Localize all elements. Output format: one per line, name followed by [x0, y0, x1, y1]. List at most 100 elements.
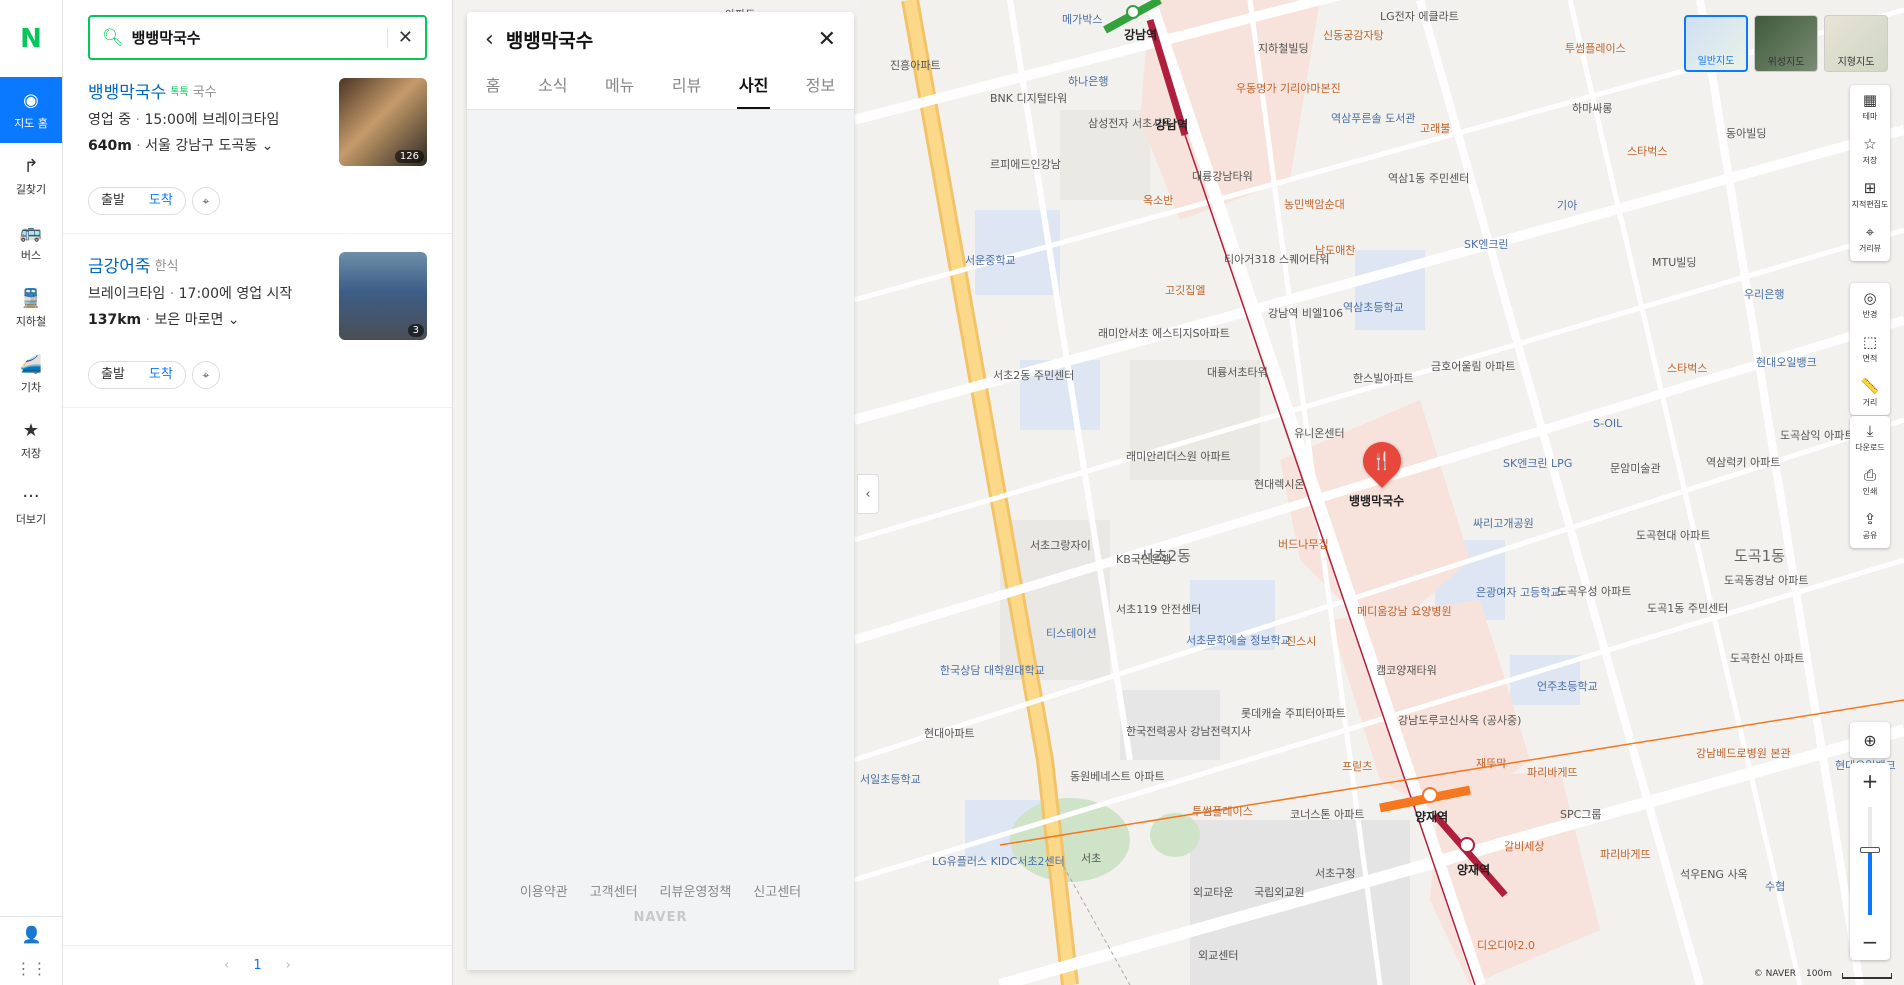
rail-item-1[interactable]: ↱ 길찾기 [0, 143, 62, 209]
map-poi-label[interactable]: 기아 [1557, 197, 1577, 213]
map-poi-label[interactable]: MTU빌딩 [1652, 254, 1697, 270]
tab-1[interactable]: 소식 [536, 66, 569, 109]
tool-share[interactable]: ⇪ 공유 [1850, 504, 1890, 548]
rail-item-3[interactable]: 🚆 지하철 [0, 275, 62, 341]
map-poi-label[interactable]: 문암미술관 [1610, 460, 1661, 476]
map-poi-label[interactable]: 우리은행 [1744, 286, 1784, 302]
map-poi-label[interactable]: SPC그룹 [1560, 806, 1602, 822]
map-poi-label[interactable]: BNK 디지털타워 [990, 90, 1067, 106]
map-poi-label[interactable]: 르피에드인강남 [990, 156, 1061, 172]
map-poi-label[interactable]: 서초119 안전센터 [1116, 601, 1201, 617]
layer-2[interactable]: 지형지도 [1824, 15, 1888, 72]
map-poi-label[interactable]: 하마싸롱 [1572, 100, 1612, 116]
depart-button[interactable]: 출발 [89, 362, 137, 388]
map-poi-label[interactable]: 석우ENG 사옥 [1680, 866, 1748, 882]
map-poi-label[interactable]: 역삼럭키 아파트 [1706, 454, 1780, 470]
map-poi-label[interactable]: SK엔크린 [1464, 236, 1509, 252]
user-icon[interactable]: 👤 [0, 917, 63, 951]
map-poi-label[interactable]: 도곡우성 아파트 [1557, 583, 1631, 599]
map-poi-label[interactable]: 투썸플레이스 [1192, 803, 1253, 819]
map-poi-label[interactable]: 농민백암순대 [1284, 196, 1345, 212]
tool-cadastral[interactable]: ⊞ 지적편집도 [1850, 173, 1890, 217]
map-poi-label[interactable]: 서일초등학교 [860, 771, 921, 787]
map-poi-label[interactable]: SK엔크린 LPG [1503, 455, 1572, 471]
map-poi-label[interactable]: 도곡한신 아파트 [1730, 650, 1804, 666]
zoom-handle[interactable] [1860, 847, 1880, 854]
map-poi-label[interactable]: 강남베드로병원 본관 [1696, 745, 1791, 761]
tab-4[interactable]: 사진 [736, 66, 771, 109]
map-poi-label[interactable]: 우동명가 기리야마본진 [1236, 80, 1341, 96]
chevron-down-icon[interactable]: ⌄ [262, 138, 274, 154]
tool-download[interactable]: ⤓ 다운로드 [1850, 416, 1890, 460]
map-poi-label[interactable]: LG유플러스 KIDC서초2센터 [932, 853, 1065, 869]
map-poi-label[interactable]: 고래불 [1420, 120, 1450, 136]
map-poi-label[interactable]: 외교타운 [1193, 884, 1233, 900]
map-poi-label[interactable]: 은광여자 고등학교 [1476, 584, 1560, 600]
place-thumbnail[interactable]: 126 [339, 78, 427, 166]
map-poi-label[interactable]: 투썸플레이스 [1565, 40, 1626, 56]
tab-3[interactable]: 리뷰 [670, 66, 703, 109]
map-poi-label[interactable]: 캠코양재타워 [1376, 662, 1437, 678]
map-poi-label[interactable]: 역삼1동 주민센터 [1388, 170, 1469, 186]
map-poi-label[interactable]: 갈비세상 [1504, 838, 1544, 854]
footer-link[interactable]: 이용약관 [520, 881, 568, 900]
map-poi-label[interactable]: 싸리고개공원 [1473, 515, 1534, 531]
map-poi-label[interactable]: 대륭서초타워 [1207, 364, 1268, 380]
search-input[interactable] [131, 28, 387, 47]
map-poi-label[interactable]: 도곡1동 [1734, 545, 1785, 566]
layer-1[interactable]: 위성지도 [1754, 15, 1818, 72]
map-poi-label[interactable]: 메디움강남 요양병원 [1357, 603, 1452, 619]
result-item[interactable]: 금강어죽 한식 브레이크타임 · 17:00에 영업 시작 137km · 보은 마로… [63, 234, 452, 408]
map-poi-label[interactable]: 강남도루코신사옥 (공사중) [1398, 712, 1521, 728]
tool-area[interactable]: ⬚ 면적 [1850, 327, 1890, 371]
map-poi-label[interactable]: 롯데캐슬 주피터아파트 [1241, 705, 1346, 721]
map-poi-label[interactable]: 동아빌딩 [1726, 125, 1766, 141]
map-poi-label[interactable]: 국립외교원 [1254, 884, 1305, 900]
map-poi-label[interactable]: 티스테이션 [1046, 625, 1097, 641]
map-poi-label[interactable]: 도곡1동 주민센터 [1647, 600, 1728, 616]
map-poi-label[interactable]: 강남역 비엘106 [1268, 305, 1343, 321]
map-poi-label[interactable]: 파리바게뜨 [1527, 764, 1578, 780]
map-poi-label[interactable]: 서초2동 주민센터 [993, 367, 1074, 383]
arrive-button[interactable]: 도착 [137, 362, 185, 388]
map-poi-label[interactable]: 메가박스 [1062, 11, 1102, 27]
map-poi-label[interactable]: 디오디아2.0 [1477, 937, 1535, 953]
page-number[interactable]: 1 [253, 958, 261, 973]
map-poi-label[interactable]: 양재역 [1415, 808, 1448, 825]
map-poi-label[interactable]: 수협 [1765, 878, 1785, 894]
map-poi-label[interactable]: 래미안리더스원 아파트 [1126, 448, 1231, 464]
map-poi-label[interactable]: 서초2동 [1140, 545, 1191, 566]
map-poi-label[interactable]: 신동궁감자탕 [1323, 27, 1384, 43]
rail-item-2[interactable]: 🚌 버스 [0, 209, 62, 275]
map-poi-label[interactable]: 금호어울림 아파트 [1431, 358, 1515, 374]
map-poi-label[interactable]: 지하철빌딩 [1258, 40, 1309, 56]
map-poi-label[interactable]: 현대오일뱅크 [1756, 354, 1817, 370]
map-poi-label[interactable]: 진스시 [1286, 633, 1316, 649]
map-poi-label[interactable]: LG전자 에클라트 [1380, 8, 1459, 24]
rail-item-5[interactable]: ★ 저장 [0, 407, 62, 473]
footer-link[interactable]: 신고센터 [753, 881, 801, 900]
prev-page-icon[interactable]: ‹ [224, 958, 229, 973]
collapse-panel-button[interactable]: ‹ [857, 474, 879, 514]
tool-theme[interactable]: ▦ 테마 [1850, 85, 1890, 129]
map-poi-label[interactable]: 역삼초등학교 [1343, 299, 1404, 315]
tool-street-view[interactable]: ⌖ 거리뷰 [1850, 217, 1890, 261]
zoom-in-button[interactable]: + [1850, 763, 1890, 799]
naver-logo[interactable]: N [0, 0, 62, 77]
map-poi-label[interactable]: 서운중학교 [965, 252, 1016, 268]
zoom-out-button[interactable]: − [1850, 924, 1890, 960]
map-poi-label[interactable]: 언주초등학교 [1537, 678, 1598, 694]
map-poi-label[interactable]: 티아거318 스퀘어타워 [1224, 251, 1329, 267]
map-poi-label[interactable]: 래미안서초 에스티지S아파트 [1098, 325, 1230, 341]
map-poi-label[interactable]: 서초그랑자이 [1030, 537, 1091, 553]
tool-radius[interactable]: ◎ 반경 [1850, 283, 1890, 327]
close-icon[interactable]: ✕ [818, 27, 836, 52]
map-poi-label[interactable]: 고깃집엘 [1165, 282, 1205, 298]
map-poi-label[interactable]: 한국전력공사 강남전력지사 [1126, 723, 1251, 739]
map-poi-label[interactable]: 서초구청 [1315, 865, 1355, 881]
map-poi-label[interactable]: 현대아파트 [924, 725, 975, 741]
map-poi-label[interactable]: 서초문화예술 정보학교 [1186, 632, 1291, 648]
map-poi-label[interactable]: 스타벅스 [1667, 360, 1707, 376]
map-poi-label[interactable]: 스타벅스 [1627, 143, 1667, 159]
map-poi-label[interactable]: 하나은행 [1068, 73, 1108, 89]
